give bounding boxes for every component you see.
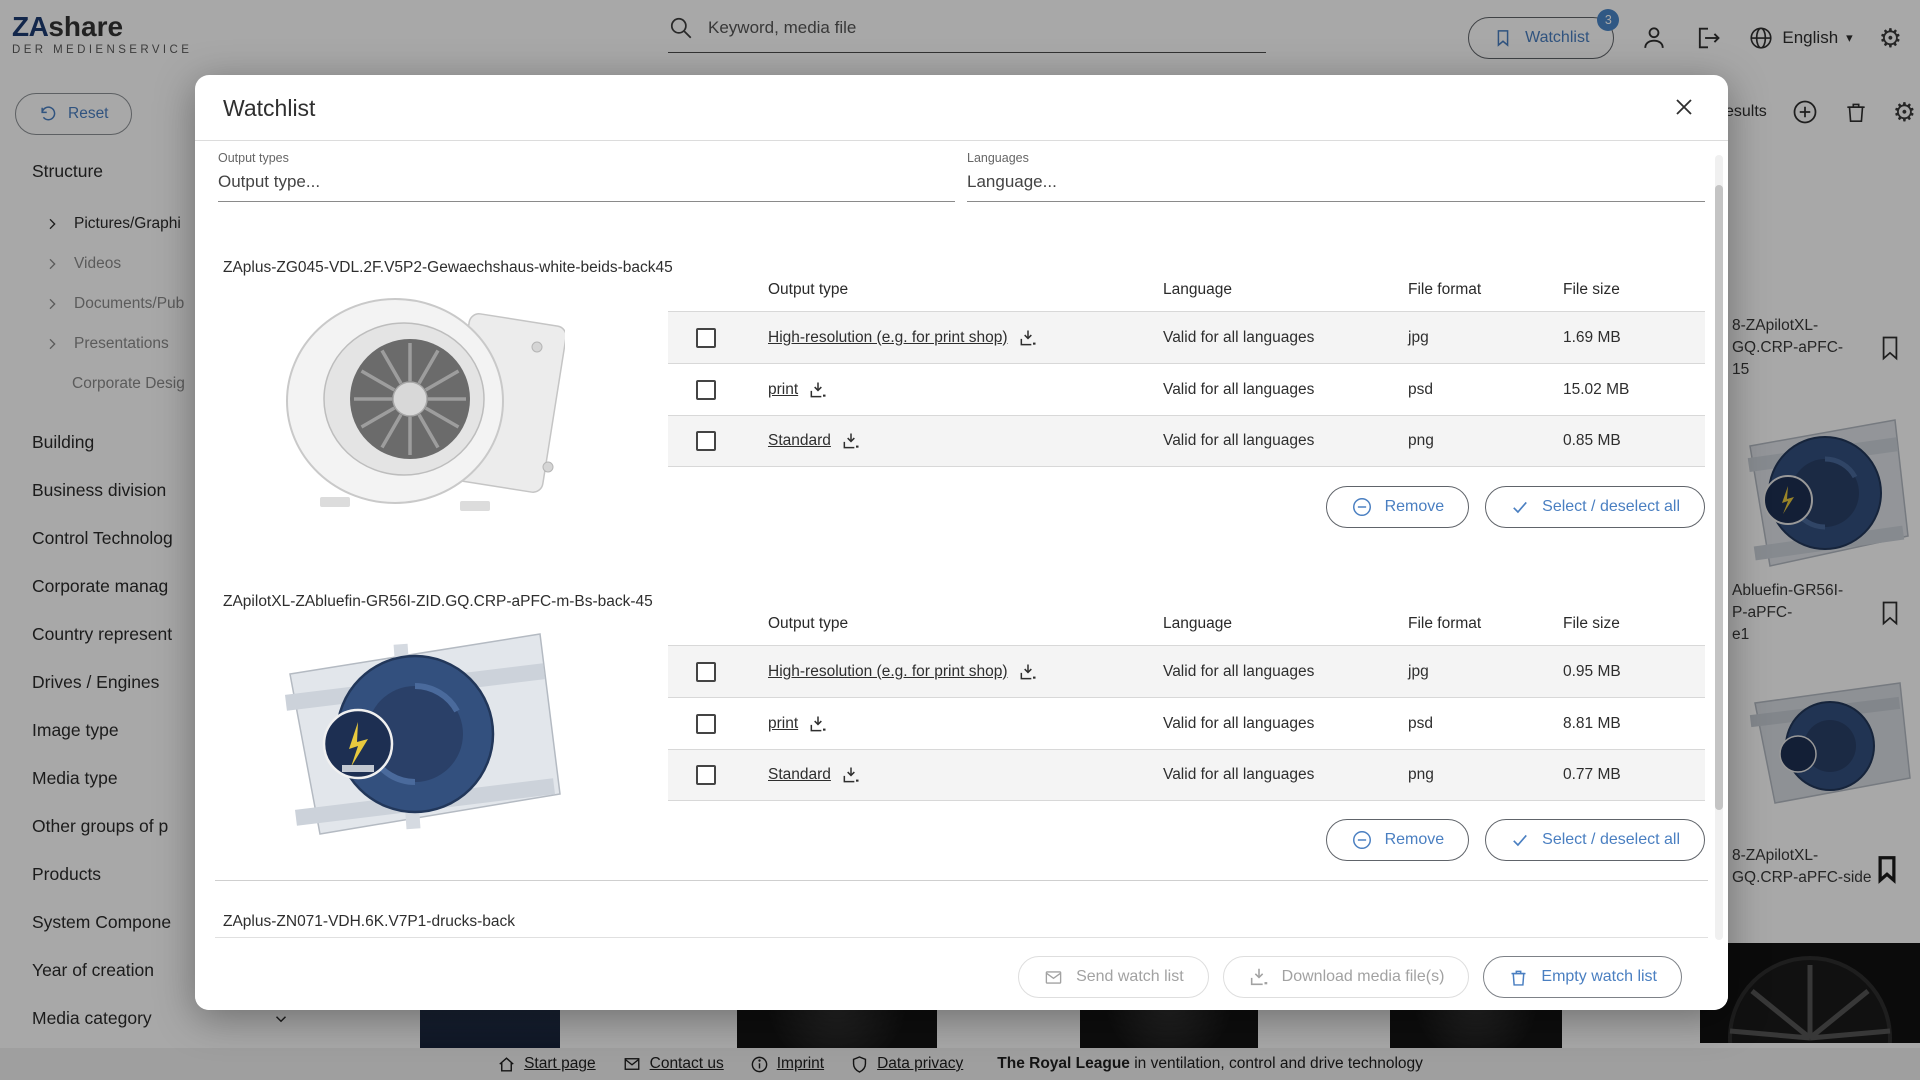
row-format: psd [1408,381,1563,399]
col-file-format: File format [1408,615,1563,633]
table-header-row: Output type Language File format File si… [668,603,1705,645]
row-format: png [1408,766,1563,784]
output-type-select[interactable]: Output type... [218,172,955,202]
row-size: 0.95 MB [1563,663,1705,681]
output-type-link[interactable]: Standard [768,432,831,450]
table-row: Standard Valid for all languages png 0.7… [668,749,1705,801]
envelope-icon [1043,968,1064,987]
remove-label: Remove [1385,831,1445,849]
product-image-centrifugal-fan[interactable] [250,619,580,849]
product-name: ZApilotXL-ZAbluefin-GR56I-ZID.GQ.CRP-aPF… [223,593,653,611]
table-row: print Valid for all languages psd 8.81 M… [668,697,1705,749]
output-type-filter: Output types Output type... [218,151,955,202]
scrollbar-thumb[interactable] [1715,185,1723,810]
select-all-label: Select / deselect all [1542,498,1680,516]
product-image-axial-fan[interactable] [265,289,565,524]
minus-circle-icon [1351,829,1373,851]
select-deselect-all-button[interactable]: Select / deselect all [1485,486,1705,528]
row-checkbox[interactable] [696,765,716,785]
remove-label: Remove [1385,498,1445,516]
table-row: print Valid for all languages psd 15.02 … [668,363,1705,415]
remove-button[interactable]: Remove [1326,819,1470,861]
download-icon[interactable] [841,765,861,785]
row-language: Valid for all languages [1163,766,1408,784]
row-size: 0.77 MB [1563,766,1705,784]
download-icon[interactable] [1018,662,1038,682]
col-language: Language [1163,615,1408,633]
download-media-files-button[interactable]: Download media file(s) [1223,956,1470,998]
check-icon [1510,830,1530,850]
output-type-link[interactable]: High-resolution (e.g. for print shop) [768,663,1008,681]
output-type-link[interactable]: High-resolution (e.g. for print shop) [768,329,1008,347]
row-language: Valid for all languages [1163,329,1408,347]
product-divider [215,880,1708,881]
language-filter: Languages Language... [967,151,1705,202]
output-table: Output type Language File format File si… [668,269,1705,467]
row-size: 0.85 MB [1563,432,1705,450]
screen: ZAshare DER MEDIENSERVICE Watchlist 3 En… [0,0,1920,1080]
download-icon[interactable] [1018,328,1038,348]
modal-scrollbar[interactable] [1715,155,1723,940]
col-output-type: Output type [768,281,1163,299]
table-row: High-resolution (e.g. for print shop) Va… [668,645,1705,697]
product-name: ZAplus-ZG045-VDL.2F.V5P2-Gewaechshaus-wh… [223,259,673,277]
download-icon[interactable] [808,380,828,400]
download-icon [1248,966,1270,988]
select-deselect-all-button[interactable]: Select / deselect all [1485,819,1705,861]
select-all-label: Select / deselect all [1542,831,1680,849]
modal-header: Watchlist [195,75,1728,141]
row-checkbox[interactable] [696,328,716,348]
output-type-link[interactable]: Standard [768,766,831,784]
remove-button[interactable]: Remove [1326,486,1470,528]
output-type-label: Output types [218,151,955,165]
table-row: Standard Valid for all languages png 0.8… [668,415,1705,467]
row-format: psd [1408,715,1563,733]
clipped-content-edge [215,937,1708,938]
watchlist-modal: Watchlist Output types Output type... La… [195,75,1728,1010]
trash-icon [1508,967,1529,988]
row-checkbox[interactable] [696,662,716,682]
download-icon[interactable] [841,431,861,451]
row-language: Valid for all languages [1163,381,1408,399]
row-language: Valid for all languages [1163,432,1408,450]
modal-title: Watchlist [223,95,315,122]
row-size: 15.02 MB [1563,381,1705,399]
product-name: ZAplus-ZN071-VDH.6K.V7P1-drucks-back [223,913,515,931]
product-actions: Remove Select / deselect all [668,486,1705,528]
row-checkbox[interactable] [696,714,716,734]
row-format: jpg [1408,663,1563,681]
output-type-link[interactable]: print [768,381,798,399]
modal-footer: Send watch list Download media file(s) E… [195,944,1728,1010]
watchlist-items: ZAplus-ZG045-VDL.2F.V5P2-Gewaechshaus-wh… [195,211,1728,944]
send-label: Send watch list [1076,968,1184,986]
col-output-type: Output type [768,615,1163,633]
row-checkbox[interactable] [696,431,716,451]
check-icon [1510,497,1530,517]
row-format: png [1408,432,1563,450]
row-size: 1.69 MB [1563,329,1705,347]
download-label: Download media file(s) [1282,968,1445,986]
output-table: Output type Language File format File si… [668,603,1705,801]
col-file-format: File format [1408,281,1563,299]
empty-watch-list-button[interactable]: Empty watch list [1483,956,1682,998]
table-header-row: Output type Language File format File si… [668,269,1705,311]
row-size: 8.81 MB [1563,715,1705,733]
output-type-link[interactable]: print [768,715,798,733]
row-checkbox[interactable] [696,380,716,400]
language-filter-select[interactable]: Language... [967,172,1705,202]
table-row: High-resolution (e.g. for print shop) Va… [668,311,1705,363]
product-actions: Remove Select / deselect all [668,819,1705,861]
col-language: Language [1163,281,1408,299]
language-filter-label: Languages [967,151,1705,165]
empty-label: Empty watch list [1541,968,1657,986]
download-icon[interactable] [808,714,828,734]
minus-circle-icon [1351,496,1373,518]
row-language: Valid for all languages [1163,715,1408,733]
row-format: jpg [1408,329,1563,347]
col-file-size: File size [1563,615,1705,633]
row-language: Valid for all languages [1163,663,1408,681]
col-file-size: File size [1563,281,1705,299]
send-watch-list-button[interactable]: Send watch list [1018,956,1209,998]
close-icon[interactable] [1672,95,1696,119]
